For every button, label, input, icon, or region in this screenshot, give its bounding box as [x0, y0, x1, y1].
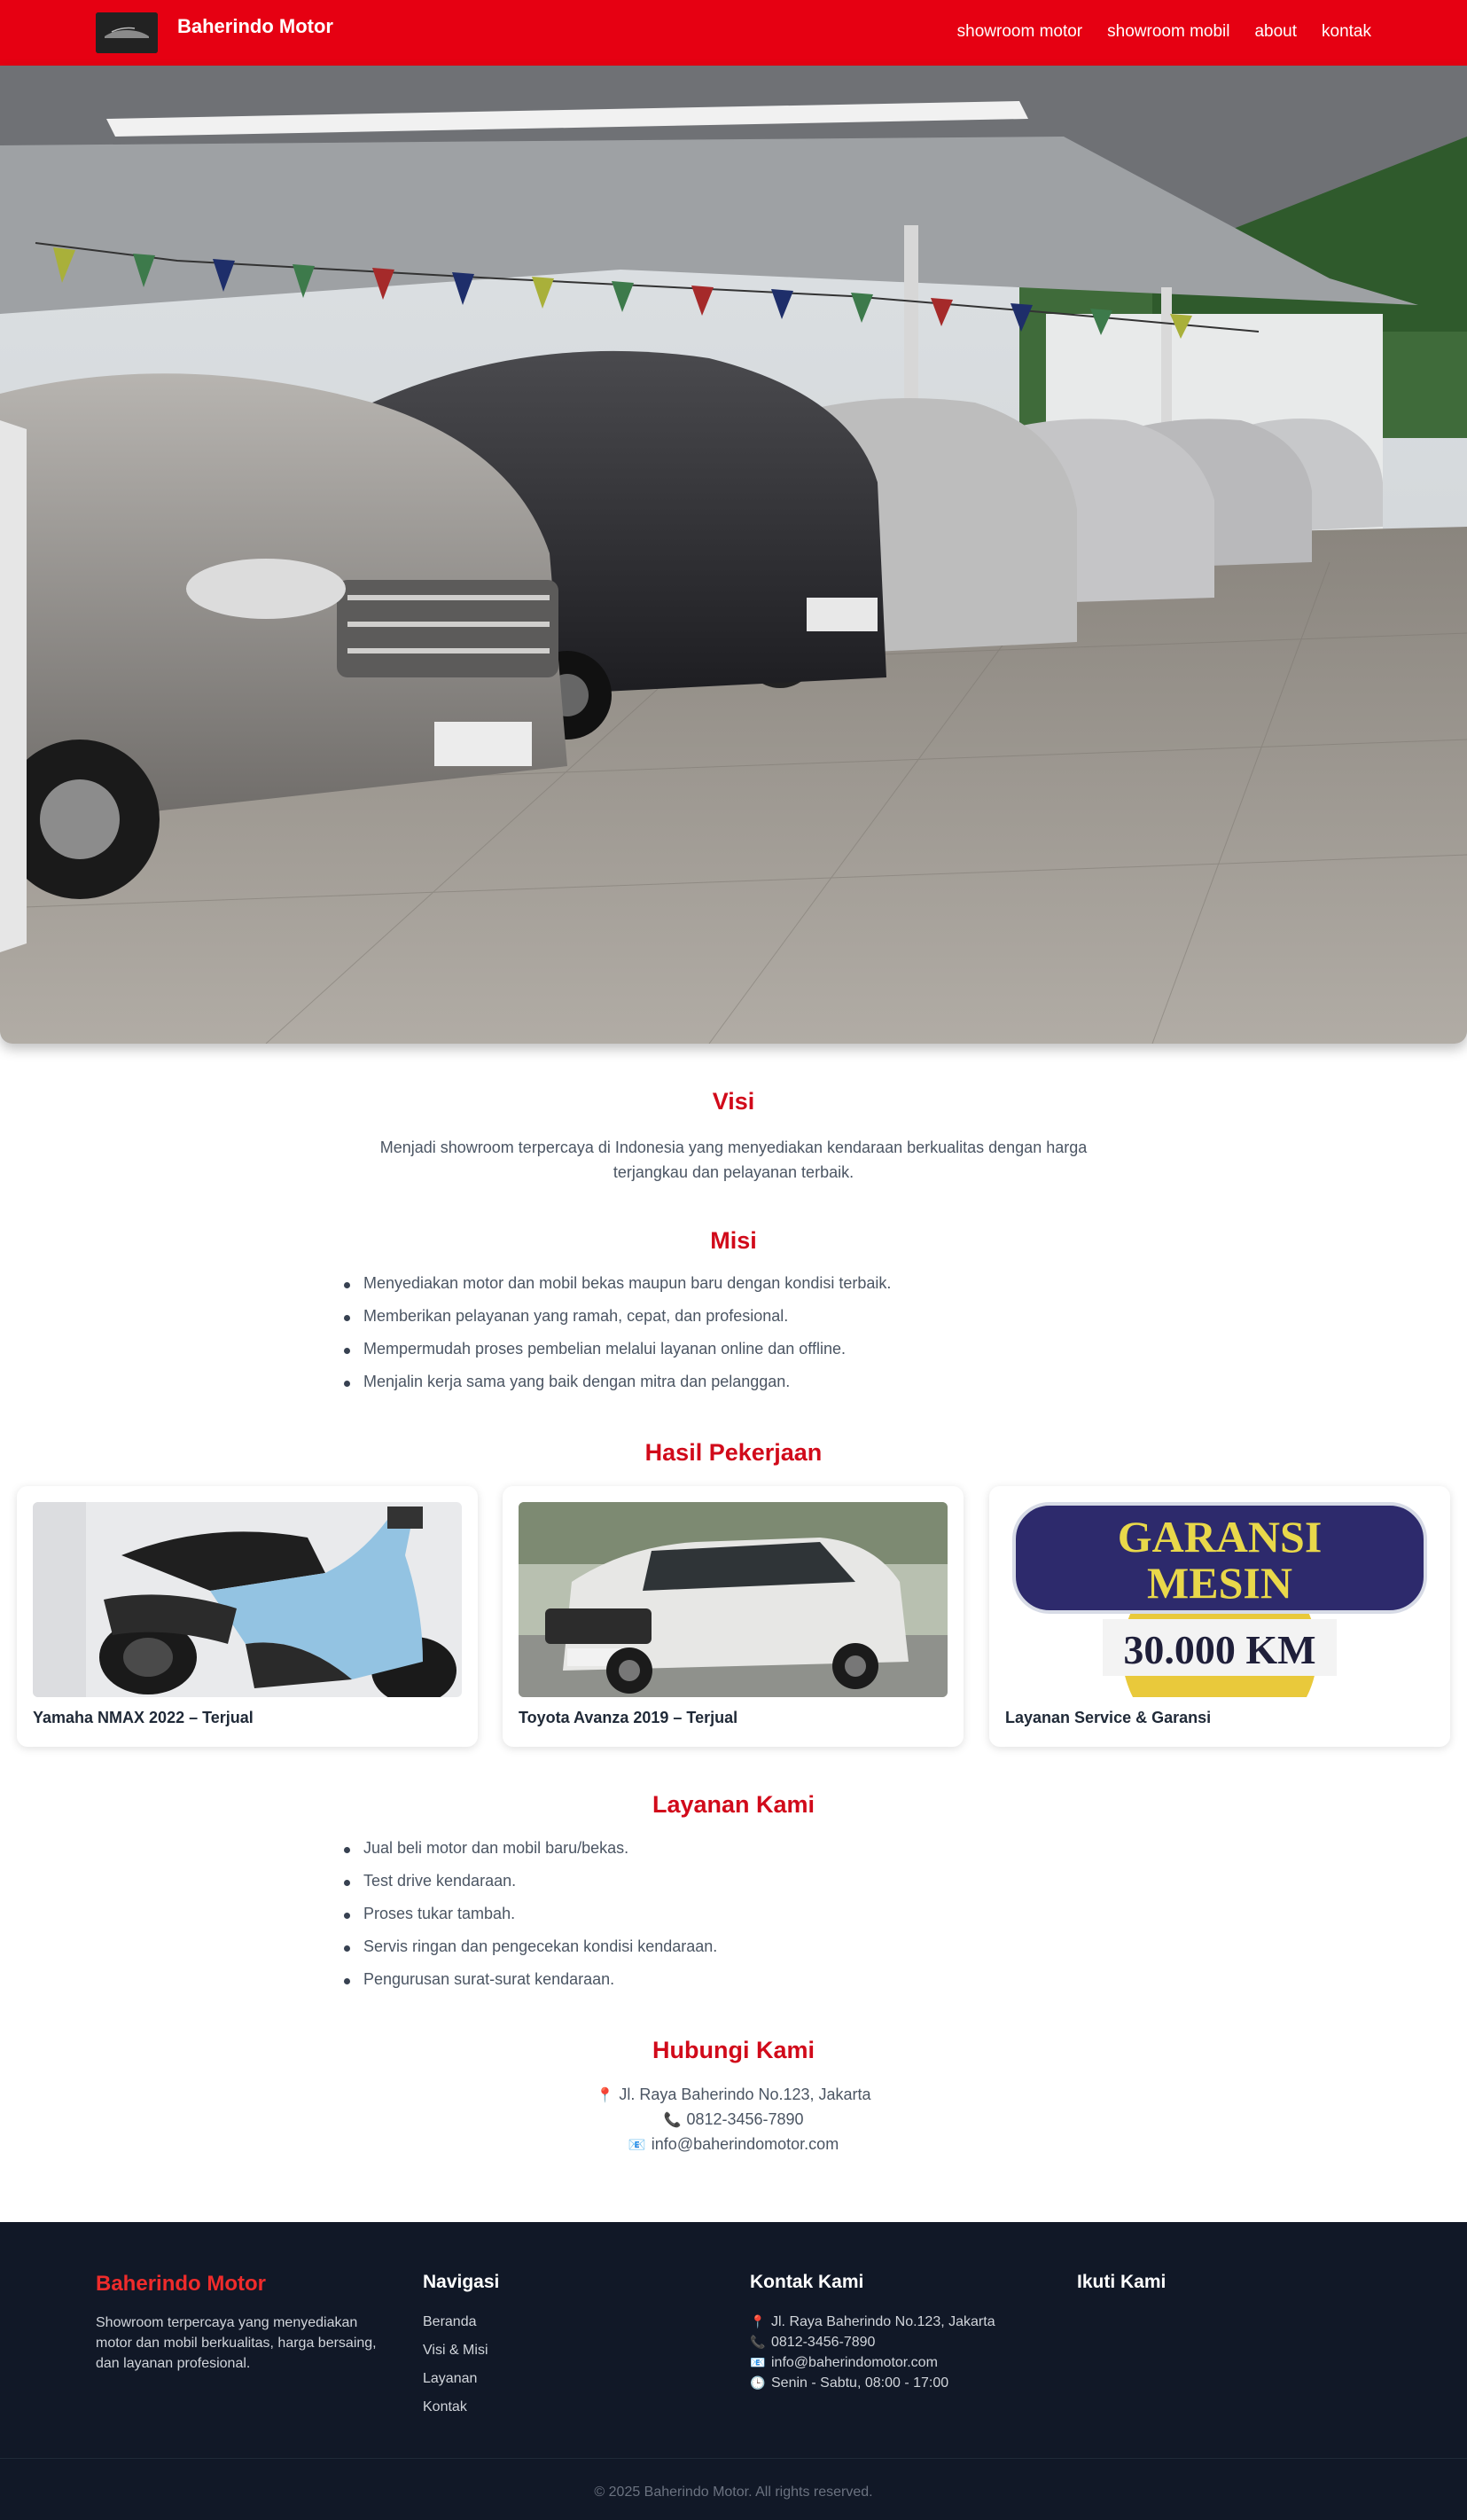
brand-name[interactable]: Baherindo Motor [177, 15, 333, 38]
footer-follow-title: Ikuti Kami [1077, 2272, 1167, 2292]
nav-link-about[interactable]: about [1254, 22, 1297, 42]
clock-icon: 🕒 [750, 2375, 766, 2390]
contact-email-text[interactable]: info@baherindomotor.com [652, 2135, 839, 2153]
contact-address: 📍 Jl. Raya Baherindo No.123, Jakarta [0, 2086, 1467, 2104]
footer-contact-address: 📍 Jl. Raya Baherindo No.123, Jakarta [750, 2314, 995, 2330]
footer-divider [0, 2458, 1467, 2459]
phone-icon: 📞 [750, 2335, 766, 2349]
footer-phone-text[interactable]: 0812-3456-7890 [771, 2335, 875, 2350]
footer-link-visi-misi[interactable]: Visi & Misi [423, 2343, 488, 2359]
work-card-avanza[interactable]: Toyota Avanza 2019 – Terjual [503, 1486, 964, 1747]
footer-contact-title: Kontak Kami [750, 2272, 864, 2292]
hero-image [0, 66, 1467, 1044]
layanan-item: Pengurusan surat-surat kendaraan. [344, 1970, 1161, 2003]
warranty-badge-image: GARANSI MESIN 30.000 KM [1005, 1502, 1434, 1697]
work-card-caption: Toyota Avanza 2019 – Terjual [519, 1709, 738, 1726]
badge-line-2: MESIN [1147, 1558, 1292, 1608]
pin-icon: 📍 [596, 2088, 614, 2103]
pin-icon: 📍 [750, 2314, 766, 2328]
footer: Baherindo Motor Showroom terpercaya yang… [0, 2222, 1467, 2520]
footer-address-text: Jl. Raya Baherindo No.123, Jakarta [771, 2314, 995, 2329]
footer-hours-text: Senin - Sabtu, 08:00 - 17:00 [771, 2375, 949, 2391]
work-card-garansi[interactable]: GARANSI MESIN 30.000 KM Layanan Service … [989, 1486, 1450, 1747]
mail-icon: 📧 [628, 2138, 646, 2153]
contact-phone-text[interactable]: 0812-3456-7890 [686, 2110, 803, 2128]
car-image [519, 1502, 948, 1697]
layanan-title: Layanan Kami [652, 1791, 815, 1818]
footer-description: Showroom terpercaya yang menyediakan mot… [96, 2315, 377, 2371]
misi-list: Menyediakan motor dan mobil bekas maupun… [344, 1274, 1161, 1405]
nav-links: showroom motor showroom mobil about kont… [957, 22, 1371, 42]
misi-item: Mempermudah proses pembelian melalui lay… [344, 1340, 1161, 1373]
contact-email: 📧 info@baherindomotor.com [0, 2135, 1467, 2154]
layanan-item: Jual beli motor dan mobil baru/bekas. [344, 1839, 1161, 1872]
scooter-image [33, 1502, 462, 1697]
layanan-item: Proses tukar tambah. [344, 1905, 1161, 1937]
badge-line-3: 30.000 KM [1123, 1627, 1315, 1672]
footer-contact-phone: 📞 0812-3456-7890 [750, 2335, 875, 2351]
footer-contact-email: 📧 info@baherindomotor.com [750, 2355, 938, 2371]
phone-icon: 📞 [663, 2113, 682, 2128]
contact-phone: 📞 0812-3456-7890 [0, 2110, 1467, 2129]
badge-line-1: GARANSI [1118, 1512, 1323, 1561]
hubungi-title: Hubungi Kami [652, 2037, 815, 2063]
work-card-caption: Yamaha NMAX 2022 – Terjual [33, 1709, 254, 1726]
nav-link-showroom-mobil[interactable]: showroom mobil [1107, 22, 1229, 42]
footer-nav-title: Navigasi [423, 2272, 500, 2292]
misi-title: Misi [710, 1227, 757, 1254]
footer-link-beranda[interactable]: Beranda [423, 2314, 477, 2330]
contact-address-text: Jl. Raya Baherindo No.123, Jakarta [619, 2086, 871, 2103]
hasil-title: Hasil Pekerjaan [644, 1439, 823, 1466]
navbar: Baherindo Motor showroom motor showroom … [0, 0, 1467, 66]
nav-link-showroom-motor[interactable]: showroom motor [957, 22, 1083, 42]
work-card-nmax[interactable]: Yamaha NMAX 2022 – Terjual [17, 1486, 478, 1747]
misi-item: Menyediakan motor dan mobil bekas maupun… [344, 1274, 1161, 1307]
footer-link-kontak[interactable]: Kontak [423, 2399, 467, 2415]
misi-item: Menjalin kerja sama yang baik dengan mit… [344, 1373, 1161, 1405]
layanan-list: Jual beli motor dan mobil baru/bekas. Te… [344, 1839, 1161, 2003]
footer-copyright: © 2025 Baherindo Motor. All rights reser… [594, 2485, 873, 2500]
visi-title: Visi [712, 1088, 755, 1115]
footer-link-layanan[interactable]: Layanan [423, 2371, 477, 2387]
layanan-item: Test drive kendaraan. [344, 1872, 1161, 1905]
layanan-item: Servis ringan dan pengecekan kondisi ken… [344, 1937, 1161, 1970]
misi-item: Memberikan pelayanan yang ramah, cepat, … [344, 1307, 1161, 1340]
footer-email-text[interactable]: info@baherindomotor.com [771, 2355, 938, 2370]
nav-link-kontak[interactable]: kontak [1322, 22, 1371, 42]
work-card-caption: Layanan Service & Garansi [1005, 1709, 1212, 1726]
brand-logo[interactable] [96, 12, 158, 53]
visi-text: Menjadi showroom terpercaya di Indonesia… [379, 1139, 1088, 1181]
mail-icon: 📧 [750, 2355, 766, 2369]
footer-brand: Baherindo Motor [96, 2272, 266, 2296]
footer-contact-hours: 🕒 Senin - Sabtu, 08:00 - 17:00 [750, 2375, 948, 2391]
